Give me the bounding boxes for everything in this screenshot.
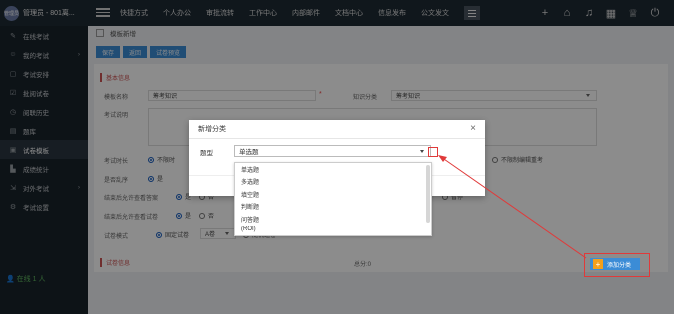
annotation-arrow (438, 155, 587, 259)
